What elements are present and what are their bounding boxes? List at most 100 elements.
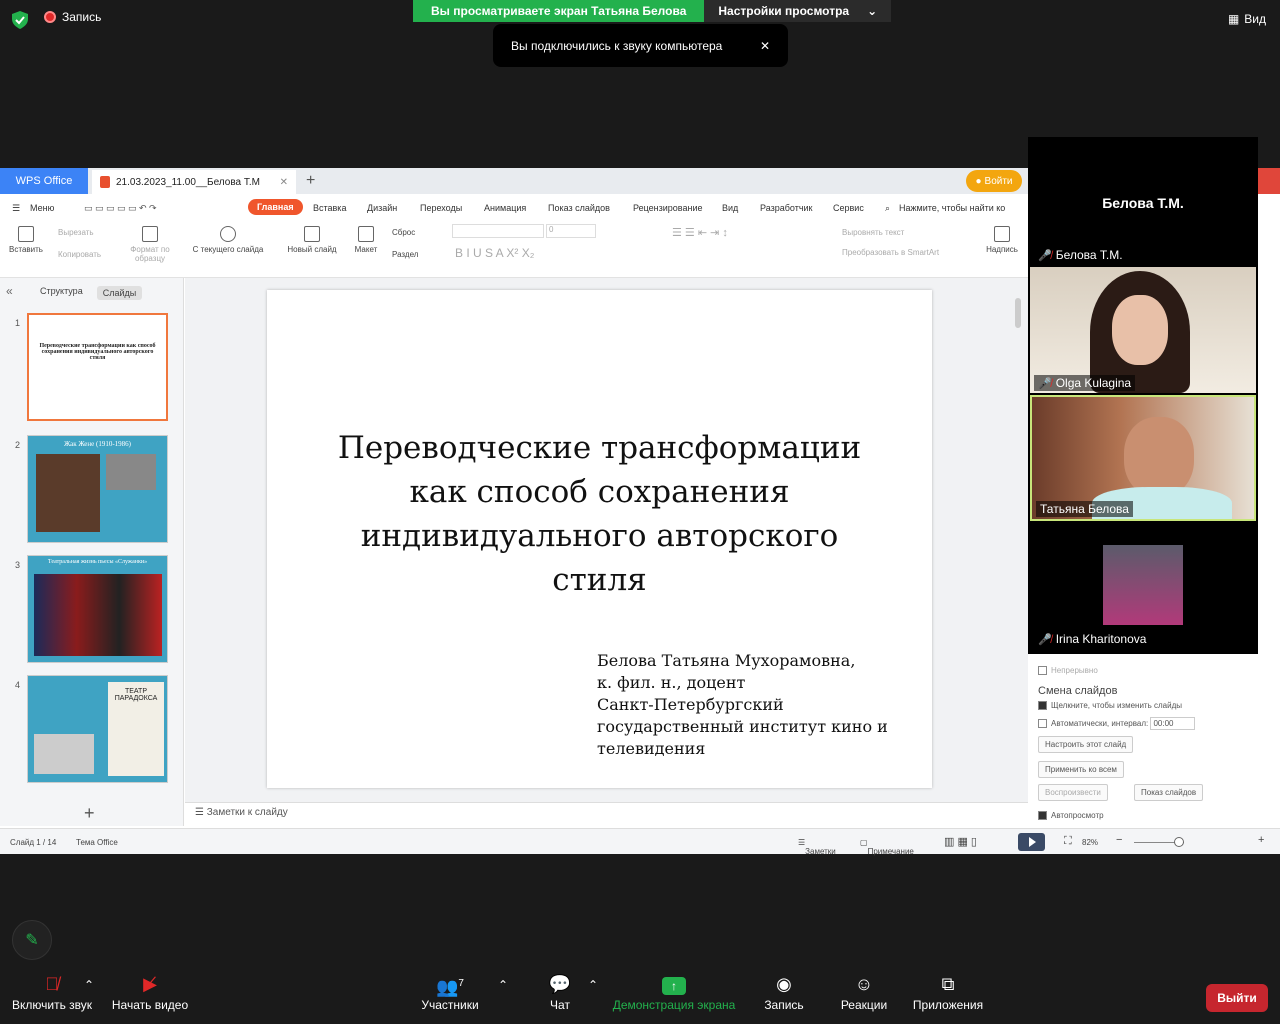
vertical-scrollbar[interactable] <box>1015 298 1021 328</box>
new-slide-button[interactable]: Новый слайд <box>284 226 340 254</box>
participants-button[interactable]: 👥7 Участники <box>418 970 482 1012</box>
record-label: Запись <box>764 998 804 1012</box>
reset-button[interactable]: Сброс <box>392 228 415 237</box>
copy-button[interactable]: Копировать <box>58 250 101 259</box>
setup-slide-button[interactable]: Настроить этот слайд <box>1038 736 1134 753</box>
chat-button[interactable]: 💬 Чат <box>540 970 580 1012</box>
section-button[interactable]: Раздел <box>392 250 418 259</box>
file-tools-icons[interactable]: ▭ ▭ ▭ ▭ ▭ ↶ ↷ <box>84 203 157 214</box>
tab-review[interactable]: Рецензирование <box>633 203 703 213</box>
tab-developer[interactable]: Разработчик <box>760 203 812 213</box>
slide-thumb-2[interactable]: Жак Жене (1910-1986) <box>27 435 168 543</box>
participants-caret[interactable]: ⌃ <box>496 978 510 992</box>
font-size-value: 0 <box>549 225 554 234</box>
view-settings-button[interactable]: Настройки просмотра ⌄ <box>704 0 892 22</box>
apps-button[interactable]: ⧉ Приложения <box>908 970 988 1012</box>
font-style-icons[interactable]: B I U S A X² X₂ <box>455 246 534 260</box>
paste-button[interactable]: Вставить <box>6 226 46 254</box>
collapse-icon[interactable]: « <box>6 284 13 298</box>
fit-icon[interactable]: ⛶ <box>1064 835 1072 848</box>
muted-mic-icon: 🎤̸ <box>1038 377 1052 390</box>
interval-input[interactable]: 00:00 <box>1150 717 1195 730</box>
slide-author: Белова Татьяна Мухорамовна, к. фил. н., … <box>597 650 888 760</box>
smartart-label: Преобразовать в SmartArt <box>842 248 940 257</box>
ribbon-search[interactable]: Нажмите, чтобы найти ко <box>899 203 1005 213</box>
new-tab-icon[interactable]: + <box>306 172 315 190</box>
tab-design[interactable]: Дизайн <box>367 203 397 213</box>
align-text-button[interactable]: Выровнять текст <box>842 228 904 237</box>
participant-tile[interactable]: Белова Т.М. 🎤̸ Белова Т.М. <box>1030 139 1256 265</box>
start-video-button[interactable]: ▶̸ Начать видео <box>108 970 192 1012</box>
close-icon[interactable]: ✕ <box>760 39 770 53</box>
tab-service[interactable]: Сервис <box>833 203 864 213</box>
tab-outline[interactable]: Структура <box>40 286 83 300</box>
tab-slideshow[interactable]: Показ слайдов <box>548 203 610 213</box>
zoom-out-icon[interactable]: − <box>1116 834 1122 846</box>
participant-tile[interactable]: 🎤̸ Olga Kulagina <box>1030 267 1256 393</box>
tab-home[interactable]: Главная <box>248 199 303 215</box>
close-tab-icon[interactable]: ✕ <box>280 177 288 188</box>
participant-tile-active[interactable]: Татьяна Белова <box>1030 395 1256 521</box>
video-face <box>1112 295 1168 365</box>
login-button[interactable]: ● Войти <box>966 170 1022 192</box>
continuous-option[interactable]: Непрерывно <box>1038 666 1098 676</box>
hamburger-icon[interactable]: ☰ <box>12 203 20 214</box>
font-family-select[interactable] <box>452 224 544 238</box>
zoom-slider-thumb[interactable] <box>1174 837 1184 847</box>
leave-button[interactable]: Выйти <box>1206 984 1268 1012</box>
font-size-select[interactable]: 0 <box>546 224 596 238</box>
wps-home-tab[interactable]: WPS Office <box>0 168 88 194</box>
format-painter-button[interactable]: Формат по образцу <box>128 226 172 263</box>
share-screen-icon: ↑ <box>610 970 738 998</box>
play-button[interactable]: Воспроизвести <box>1038 784 1108 801</box>
cut-button[interactable]: Вырезать <box>58 228 94 237</box>
textbox-button[interactable]: Надпись <box>984 226 1020 254</box>
audio-toast: Вы подключились к звуку компьютера ✕ <box>493 24 788 67</box>
notes-toggle[interactable]: ☰ Заметки <box>798 838 836 856</box>
slide-thumb-4[interactable]: ТЕАТР ПАРАДОКСА <box>27 675 168 783</box>
annotate-pencil-icon[interactable]: ✎ <box>12 920 52 960</box>
view-button[interactable]: ▦ Вид <box>1228 12 1266 26</box>
tab-transitions[interactable]: Переходы <box>420 203 462 213</box>
participant-tile[interactable]: 🎤̸ Irina Kharitonova <box>1030 523 1256 649</box>
autopreview-option[interactable]: Автопросмотр <box>1038 811 1104 821</box>
comment-label: Примечание <box>867 847 914 856</box>
cut-label: Вырезать <box>58 228 94 237</box>
comment-toggle[interactable]: ▢ Примечание <box>860 838 914 856</box>
smartart-button[interactable]: Преобразовать в SmartArt <box>842 248 939 257</box>
auto-option[interactable]: Автоматически, интервал: 00:00 <box>1038 717 1195 730</box>
add-slide-icon[interactable]: + <box>84 803 95 824</box>
paste-label: Вставить <box>9 245 43 254</box>
security-shield-icon[interactable] <box>12 11 28 29</box>
slideshow-button[interactable]: Показ слайдов <box>1134 784 1204 801</box>
slide-thumb-1[interactable]: Переводческие трансформации как способ с… <box>27 313 168 421</box>
tab-slides[interactable]: Слайды <box>96 286 143 300</box>
from-current-slide-button[interactable]: С текущего слайда <box>188 226 268 254</box>
slide-thumb-3[interactable]: Театральная жизнь пьесы «Служанки» <box>27 555 168 663</box>
smiley-icon: ☺ <box>854 974 874 994</box>
thumb-image <box>36 454 100 532</box>
zoom-level[interactable]: 82% <box>1082 838 1098 847</box>
on-click-option[interactable]: Щелкните, чтобы изменить слайды <box>1038 701 1182 711</box>
document-tab[interactable]: 21.03.2023_11.00__Белова Т.М ✕ <box>92 170 296 194</box>
current-slide[interactable]: Переводческие трансформации как способ с… <box>267 290 932 788</box>
zoom-in-icon[interactable]: + <box>1258 834 1264 846</box>
apply-all-button[interactable]: Применить ко всем <box>1038 761 1124 778</box>
layout-button[interactable]: Макет <box>350 226 382 254</box>
menu-item-menu[interactable]: Меню <box>30 203 54 213</box>
chat-caret[interactable]: ⌃ <box>586 978 600 992</box>
copy-label: Копировать <box>58 250 102 259</box>
presentation-icon <box>100 176 110 188</box>
reactions-button[interactable]: ☺ Реакции <box>836 970 892 1012</box>
view-mode-icons[interactable]: ▥ ▦ ▯ <box>944 835 977 848</box>
paragraph-icons[interactable]: ☰ ☰ ⇤ ⇥ ↕ <box>672 226 728 239</box>
tab-animation[interactable]: Анимация <box>484 203 526 213</box>
share-screen-button[interactable]: ↑ Демонстрация экрана <box>610 970 738 1012</box>
record-button[interactable]: ◉ Запись <box>758 970 810 1012</box>
slideshow-play-button[interactable] <box>1018 833 1045 851</box>
slide-notes[interactable]: ☰ Заметки к слайду <box>185 802 1028 826</box>
audio-options-caret[interactable]: ⌃ <box>82 978 96 992</box>
tab-view[interactable]: Вид <box>722 203 738 213</box>
tab-insert[interactable]: Вставка <box>313 203 346 213</box>
recording-indicator[interactable]: Запись <box>44 10 101 24</box>
